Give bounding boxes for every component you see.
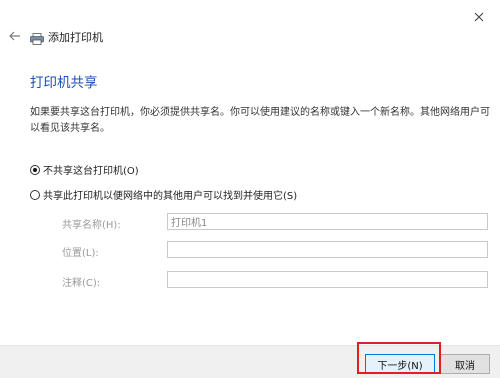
comment-label: 注释(C): [62,278,101,289]
radio-no-share-label: 不共享这台打印机(O) [43,166,139,177]
radio-no-share[interactable]: 不共享这台打印机(O) [30,162,139,177]
close-button[interactable] [468,6,490,28]
wizard-title: 添加打印机 [48,31,103,44]
comment-input[interactable] [167,271,488,288]
share-name-label: 共享名称(H): [62,220,121,231]
radio-share[interactable]: 共享此打印机以便网络中的其他用户可以找到并使用它(S) [30,187,297,202]
radio-share-label: 共享此打印机以便网络中的其他用户可以找到并使用它(S) [43,191,298,202]
printer-icon [30,30,44,45]
radio-circle[interactable] [30,189,40,200]
highlight-box [357,342,441,374]
location-input[interactable] [167,241,488,258]
back-button[interactable] [7,28,23,44]
share-name-input[interactable] [167,213,488,230]
close-icon [474,12,484,22]
description-text: 如果要共享这台打印机，你必须提供共享名。你可以使用建议的名称或键入一个新名称。其… [30,107,490,134]
cancel-button[interactable]: 取消 [440,354,490,374]
radio-circle[interactable] [30,164,40,175]
location-label: 位置(L): [62,248,99,259]
page-title: 打印机共享 [30,75,98,91]
back-arrow-icon [9,31,20,41]
